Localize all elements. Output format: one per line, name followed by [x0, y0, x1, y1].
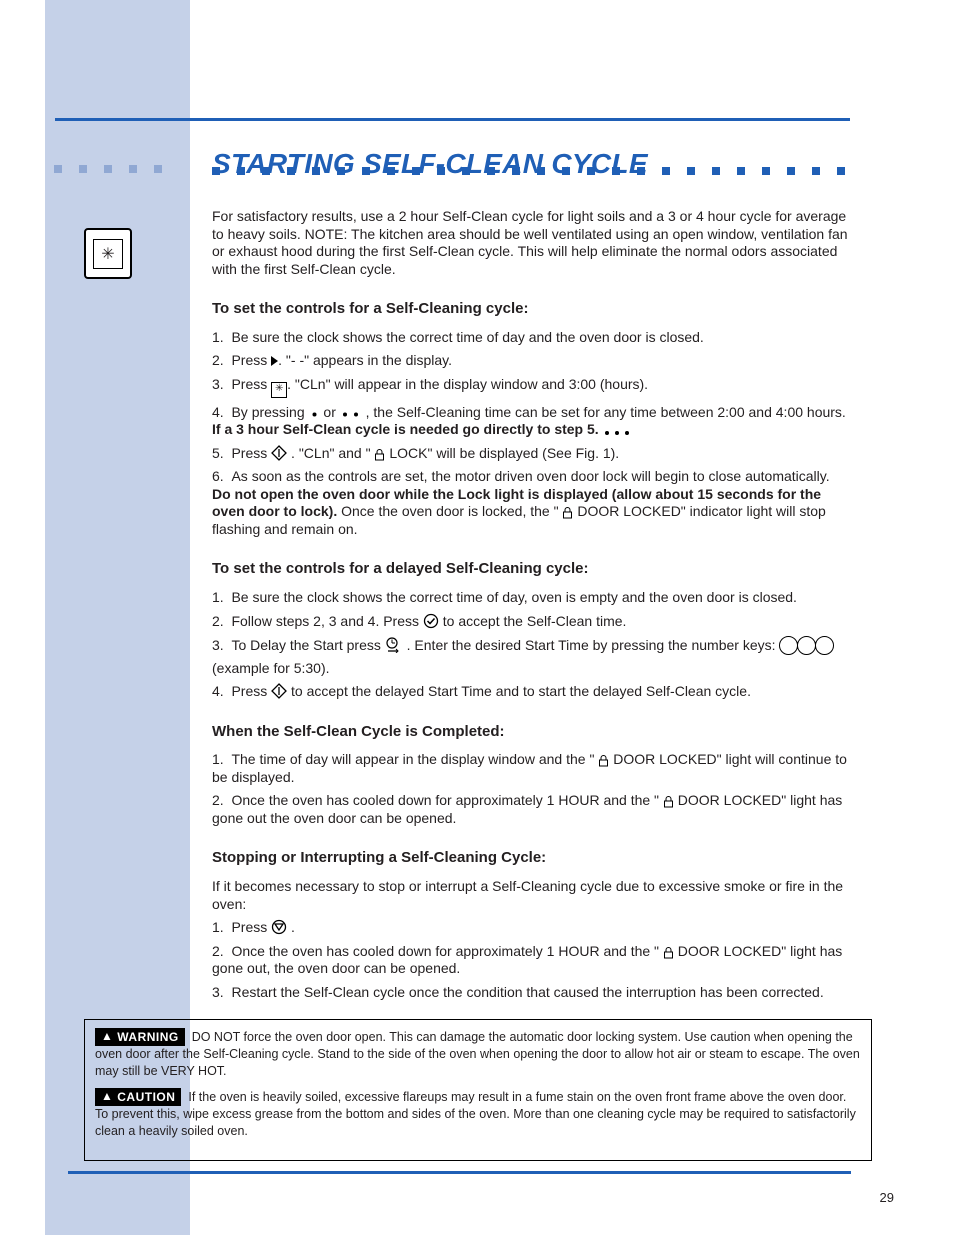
start-icon [271, 683, 287, 699]
warning-badge: ▲ WARNING [95, 1028, 185, 1046]
step-3-2: 2. Once the oven has cooled down for app… [212, 792, 850, 827]
step-2-3: 3. To Delay the Start press . Enter the … [212, 636, 850, 677]
caution-badge: ▲ CAUTION [95, 1088, 181, 1106]
title-dots [212, 167, 845, 175]
step-2-4: 4. Press to accept the delayed Start Tim… [212, 683, 850, 701]
self-clean-icon: ✳ [84, 228, 132, 279]
keypad-icon [779, 636, 833, 660]
lock-icon [374, 449, 385, 461]
bottom-rule [68, 1171, 851, 1174]
page-title-row: STARTING SELF-CLEAN CYCLE [212, 148, 648, 180]
warning-row: ▲ WARNING DO NOT force the oven door ope… [95, 1028, 861, 1080]
lock-icon [562, 507, 573, 519]
step-2-1: 1. Be sure the clock shows the correct t… [212, 589, 850, 607]
step-4-2: 2. Once the oven has cooled down for app… [212, 943, 850, 978]
notice-box: ▲ WARNING DO NOT force the oven door ope… [84, 1019, 872, 1161]
section-3-heading: When the Self-Clean Cycle is Completed: [212, 723, 850, 742]
step-1-1: 1. Be sure the clock shows the correct t… [212, 329, 850, 347]
caution-text: If the oven is heavily soiled, excessive… [95, 1090, 856, 1138]
step-4-1: 1. Press . [212, 919, 850, 937]
caution-row: ▲ CAUTION If the oven is heavily soiled,… [95, 1088, 861, 1140]
section-1-heading: To set the controls for a Self-Cleaning … [212, 300, 850, 319]
down-arrow-icon [340, 409, 362, 420]
intro-paragraph: For satisfactory results, use a 2 hour S… [212, 208, 850, 278]
lock-icon [663, 947, 674, 959]
three-dots-icon [603, 429, 633, 437]
step-1-4: 4. By pressing or , the Self-Cleaning ti… [212, 404, 850, 439]
page-number: 29 [880, 1190, 894, 1205]
stop-icon [271, 919, 287, 935]
step-3-1: 1. The time of day will appear in the di… [212, 751, 850, 786]
step-1-6: 6. As soon as the controls are set, the … [212, 468, 850, 538]
step-4-3: 3. Restart the Self-Clean cycle once the… [212, 984, 850, 1002]
top-rule [55, 118, 850, 121]
sidebar-dots [54, 165, 162, 173]
start-icon [271, 445, 287, 461]
section-4-heading: Stopping or Interrupting a Self-Cleaning… [212, 849, 850, 868]
step-4-intro: If it becomes necessary to stop or inter… [212, 878, 850, 913]
step-1-2: 2. Press . "- -" appears in the display. [212, 352, 850, 370]
lock-icon [598, 755, 609, 767]
step-1-3: 3. Press ✳. "CLn" will appear in the dis… [212, 376, 850, 398]
delay-start-icon [385, 637, 403, 653]
section-2-heading: To set the controls for a delayed Self-C… [212, 560, 850, 579]
content: For satisfactory results, use a 2 hour S… [212, 208, 850, 1007]
up-arrow-icon [309, 409, 320, 420]
page: STARTING SELF-CLEAN CYCLE ✳ For satisfac… [0, 0, 954, 1235]
step-2-2: 2. Follow steps 2, 3 and 4. Press to acc… [212, 613, 850, 631]
self-clean-key-icon: ✳ [271, 382, 287, 398]
sparkle-icon: ✳ [101, 244, 114, 264]
ok-icon [423, 613, 439, 629]
lock-icon [663, 796, 674, 808]
step-1-5: 5. Press . "CLn" and " LOCK" will be dis… [212, 445, 850, 463]
warning-text: DO NOT force the oven door open. This ca… [95, 1030, 860, 1078]
